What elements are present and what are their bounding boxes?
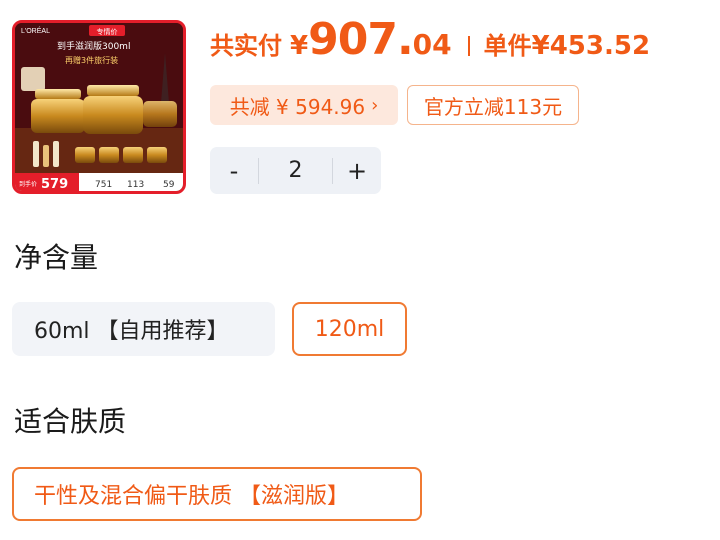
option-dry-skin[interactable]: 干性及混合偏干肤质 【滋润版】 xyxy=(12,467,422,521)
image-headline: 到手滋润版300ml xyxy=(57,40,130,52)
price-divider xyxy=(467,36,470,56)
option-60ml[interactable]: 60ml 【自用推荐】 xyxy=(12,302,275,356)
promo-tag-text: 专情价 xyxy=(97,27,118,36)
brand-logo: L'ORÉAL xyxy=(21,26,50,35)
image-price-3: 59 xyxy=(163,180,175,190)
discount-text: 共减 ¥ 594.96 xyxy=(229,94,366,119)
official-discount-text: 官方立减113元 xyxy=(423,94,563,119)
product-image: L'ORÉAL 专情价 到手滋润版300ml 再赠3件旅行装 到手价 579 7… xyxy=(15,23,183,191)
skin-section-title: 适合肤质 xyxy=(14,405,127,438)
quantity-value[interactable]: 2 xyxy=(259,158,332,183)
official-discount-badge: 官方立减113元 xyxy=(407,85,579,125)
unit-label: 单件 xyxy=(483,32,532,60)
decrease-button[interactable]: - xyxy=(210,157,258,185)
increase-button[interactable]: + xyxy=(333,157,381,185)
price-summary: 共实付 ¥ 907. 04 单件 ¥453.52 xyxy=(210,14,650,70)
total-price-decimal: 04 xyxy=(412,28,452,61)
total-label: 共实付 xyxy=(210,32,282,60)
currency-symbol: ¥ xyxy=(290,31,309,61)
image-subline: 再赠3件旅行装 xyxy=(65,55,118,65)
option-label: 60ml 【自用推荐】 xyxy=(34,319,229,344)
option-label: 干性及混合偏干肤质 【滋润版】 xyxy=(34,484,349,509)
option-label: 120ml xyxy=(314,316,385,342)
image-price-1: 751 xyxy=(95,180,112,190)
discount-detail-button[interactable]: 共减 ¥ 594.96 › xyxy=(210,85,398,125)
product-thumbnail[interactable]: L'ORÉAL 专情价 到手滋润版300ml 再赠3件旅行装 到手价 579 7… xyxy=(12,20,186,194)
unit-price: ¥453.52 xyxy=(531,31,651,61)
option-120ml[interactable]: 120ml xyxy=(292,302,407,356)
quantity-stepper: - 2 + xyxy=(210,147,381,194)
volume-section-title: 净含量 xyxy=(14,241,99,274)
image-price-0: 579 xyxy=(41,177,68,191)
image-price-label-0: 到手价 xyxy=(19,180,37,188)
chevron-right-icon: › xyxy=(371,94,379,116)
image-price-2: 113 xyxy=(127,180,144,190)
total-price-integer: 907. xyxy=(308,14,414,65)
